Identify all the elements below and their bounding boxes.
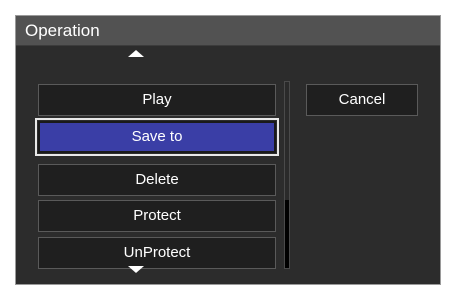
menu-item-unprotect[interactable]: UnProtect [38,237,276,269]
menu-item-save-to[interactable]: Save to [35,118,279,156]
title-bar: Operation [16,16,440,46]
menu-scrollbar[interactable] [284,81,290,269]
menu-item-play[interactable]: Play [38,84,276,116]
scroll-down-icon[interactable] [128,266,144,273]
scroll-up-icon[interactable] [128,50,144,57]
cancel-button[interactable]: Cancel [306,84,418,116]
menu-item-delete[interactable]: Delete [38,164,276,196]
dialog-title: Operation [25,21,100,40]
menu-item-protect[interactable]: Protect [38,200,276,232]
scrollbar-thumb[interactable] [285,82,289,200]
screen: Operation Play Save to Delete Protect Un… [0,0,456,301]
